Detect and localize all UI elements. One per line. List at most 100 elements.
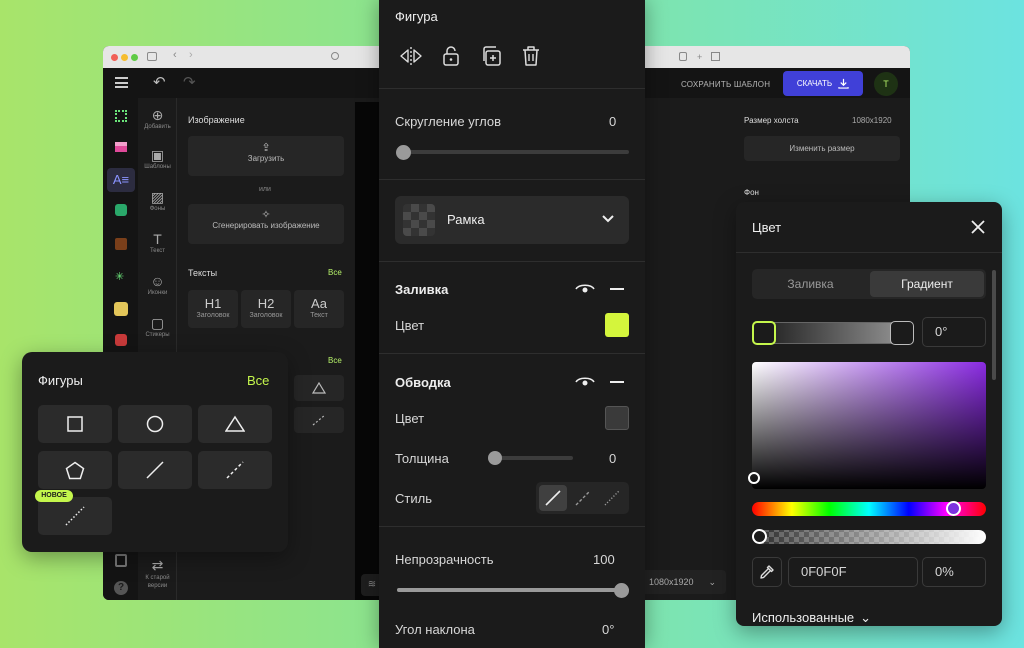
mini-triangle-shape[interactable] xyxy=(294,375,344,401)
tab-gradient[interactable]: Градиент xyxy=(870,271,984,297)
video-tool-icon[interactable] xyxy=(115,334,127,346)
chevron-down-icon: ⌄ xyxy=(708,577,716,587)
fill-color-swatch[interactable] xyxy=(605,313,629,337)
saturation-cursor[interactable] xyxy=(748,472,760,484)
opacity-slider[interactable] xyxy=(397,588,629,592)
help-icon[interactable]: ? xyxy=(114,581,128,595)
maximize-dot[interactable] xyxy=(131,54,138,61)
back-icon[interactable]: ‹ xyxy=(173,49,177,61)
mini-dashed-line-shape[interactable] xyxy=(294,407,344,433)
gradient-stop-start[interactable] xyxy=(752,321,776,345)
hex-input[interactable]: 0F0F0F xyxy=(788,557,918,587)
angle-label: Угол наклона xyxy=(395,622,475,637)
text-card-h2[interactable]: H2 Заголовок xyxy=(241,290,291,328)
redo-icon[interactable]: ↷ xyxy=(183,73,196,91)
category-templates[interactable]: ▣ Шаблоны xyxy=(138,146,177,170)
shapes-all-link[interactable]: Все xyxy=(328,356,342,365)
gradient-stop-end[interactable] xyxy=(890,321,914,345)
alpha-knob[interactable] xyxy=(752,529,767,544)
category-add[interactable]: ⊕ Добавить xyxy=(138,106,177,130)
sparkle-tool-icon[interactable]: ✳ xyxy=(115,270,127,283)
trash-icon xyxy=(523,46,539,66)
text-icon: T xyxy=(153,231,162,247)
corner-radius-slider[interactable] xyxy=(397,150,629,154)
circle-shape-button[interactable] xyxy=(118,405,192,443)
stroke-color-swatch[interactable] xyxy=(605,406,629,430)
texts-all-link[interactable]: Все xyxy=(328,268,342,277)
forward-icon[interactable]: › xyxy=(189,49,193,61)
flip-button[interactable] xyxy=(399,46,423,66)
upload-button[interactable]: ⇪ Загрузить xyxy=(188,136,344,176)
close-dot[interactable] xyxy=(111,54,118,61)
menu-icon[interactable] xyxy=(115,77,128,88)
stroke-visibility-button[interactable] xyxy=(575,375,595,389)
frame-tool-icon[interactable] xyxy=(115,110,127,122)
generate-image-button[interactable]: ✧ Сгенерировать изображение xyxy=(188,204,344,244)
new-tab-icon[interactable]: + xyxy=(697,52,702,62)
close-button[interactable] xyxy=(971,220,985,234)
checker-icon xyxy=(403,204,435,236)
thickness-knob[interactable] xyxy=(488,451,502,465)
gradient-angle-input[interactable]: 0° xyxy=(922,317,986,347)
fill-visibility-button[interactable] xyxy=(575,282,595,296)
undo-icon[interactable]: ↶ xyxy=(153,73,166,91)
figures-all-link[interactable]: Все xyxy=(247,373,269,388)
category-stickers[interactable]: ▢ Стикеры xyxy=(138,314,177,338)
tabs-icon[interactable] xyxy=(711,52,720,61)
category-backgrounds[interactable]: ▨ Фоны xyxy=(138,188,177,212)
grid-tool-icon[interactable] xyxy=(115,238,127,250)
pages-icon[interactable] xyxy=(115,554,127,567)
eyedropper-button[interactable] xyxy=(752,557,782,587)
category-icons[interactable]: ☺ Иконки xyxy=(138,272,177,296)
lock-button[interactable] xyxy=(441,45,461,67)
hue-knob[interactable] xyxy=(946,501,961,516)
alpha-input[interactable]: 0% xyxy=(922,557,986,587)
line-shape-button[interactable] xyxy=(118,451,192,489)
shapes-tool-icon[interactable] xyxy=(114,302,128,316)
fill-remove-button[interactable] xyxy=(610,288,624,290)
template-icon: ▣ xyxy=(150,147,165,163)
alpha-slider[interactable] xyxy=(752,530,986,544)
delete-button[interactable] xyxy=(521,45,541,67)
canvas-size-dropdown[interactable]: 1080x1920 ⌄ xyxy=(641,570,726,594)
fill-heading: Заливка xyxy=(395,282,449,297)
text-card-h1[interactable]: H1 Заголовок xyxy=(188,290,238,328)
triangle-shape-button[interactable] xyxy=(198,405,272,443)
tab-fill[interactable]: Заливка xyxy=(752,269,869,299)
resize-button[interactable]: Изменить размер xyxy=(744,136,900,161)
scrollbar[interactable] xyxy=(992,270,996,380)
dashed-style-button[interactable] xyxy=(569,485,597,511)
text-tool-icon[interactable]: A≡ xyxy=(107,168,135,192)
old-version-link[interactable]: ⇄ К старой версии xyxy=(138,556,177,590)
smile-icon: ☺ xyxy=(150,273,165,289)
dotted-line-shape-button[interactable] xyxy=(38,497,112,535)
avatar[interactable]: T xyxy=(874,72,898,96)
text-card-body[interactable]: Aa Текст xyxy=(294,290,344,328)
category-text[interactable]: T Текст xyxy=(138,230,177,254)
saturation-area[interactable] xyxy=(752,362,986,489)
flip-icon xyxy=(400,47,422,65)
opacity-knob[interactable] xyxy=(614,583,629,598)
frame-dropdown[interactable]: Рамка xyxy=(395,196,629,244)
corner-radius-knob[interactable] xyxy=(396,145,411,160)
square-shape-button[interactable] xyxy=(38,405,112,443)
solid-style-button[interactable] xyxy=(539,485,567,511)
gradient-bar[interactable] xyxy=(754,322,912,344)
pentagon-shape-button[interactable] xyxy=(38,451,112,489)
stroke-color-label: Цвет xyxy=(395,411,425,426)
share-icon[interactable] xyxy=(679,52,687,61)
sidebar-toggle-icon[interactable] xyxy=(147,52,157,61)
stroke-remove-button[interactable] xyxy=(610,381,624,383)
save-template-button[interactable]: СОХРАНИТЬ ШАБЛОН xyxy=(681,80,770,89)
divider xyxy=(379,353,645,354)
layout-tool-icon[interactable] xyxy=(115,142,127,152)
minimize-dot[interactable] xyxy=(121,54,128,61)
dotted-style-button[interactable] xyxy=(598,485,626,511)
duplicate-button[interactable] xyxy=(480,45,502,67)
download-button[interactable]: СКАЧАТЬ xyxy=(783,71,863,96)
used-colors-toggle[interactable]: Использованные ⌄ xyxy=(752,610,871,626)
opacity-value: 100 xyxy=(593,552,615,567)
media-tool-icon[interactable] xyxy=(115,204,127,216)
background-icon: ▨ xyxy=(150,189,165,205)
dashed-line-shape-button[interactable] xyxy=(198,451,272,489)
